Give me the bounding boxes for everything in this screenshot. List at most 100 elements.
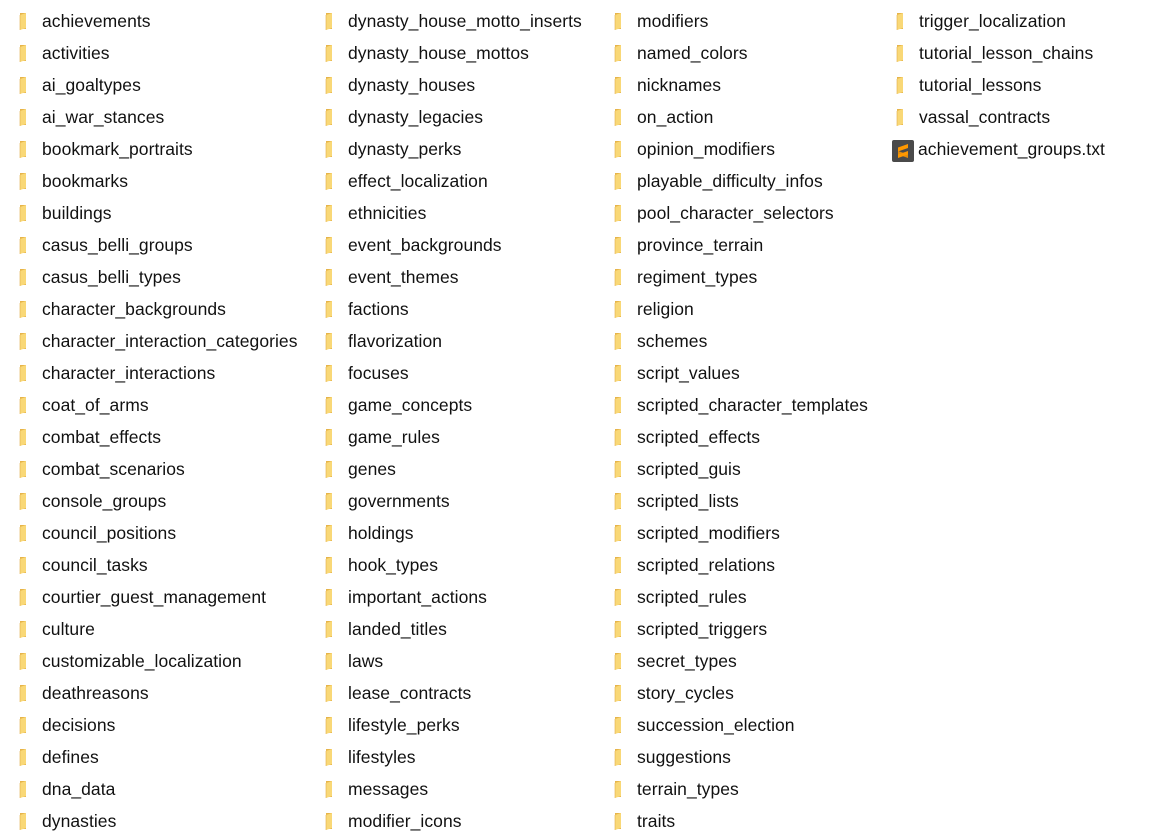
folder-icon (16, 427, 36, 447)
folder-item[interactable]: dynasty_perks (322, 133, 582, 165)
folder-item[interactable]: scripted_guis (611, 453, 868, 485)
folder-icon (611, 587, 631, 607)
folder-item[interactable]: scripted_relations (611, 549, 868, 581)
folder-item[interactable]: game_concepts (322, 389, 582, 421)
folder-item[interactable]: culture (16, 613, 298, 645)
folder-item[interactable]: decisions (16, 709, 298, 741)
folder-item[interactable]: dna_data (16, 773, 298, 805)
folder-item[interactable]: terrain_types (611, 773, 868, 805)
folder-item[interactable]: dynasty_houses (322, 69, 582, 101)
folder-item[interactable]: character_backgrounds (16, 293, 298, 325)
folder-item[interactable]: nicknames (611, 69, 868, 101)
folder-item[interactable]: landed_titles (322, 613, 582, 645)
item-name: holdings (348, 523, 414, 543)
folder-item[interactable]: tutorial_lesson_chains (893, 37, 1105, 69)
item-name: secret_types (637, 651, 737, 671)
folder-item[interactable]: hook_types (322, 549, 582, 581)
folder-item[interactable]: event_backgrounds (322, 229, 582, 261)
folder-item[interactable]: ethnicities (322, 197, 582, 229)
folder-item[interactable]: scripted_lists (611, 485, 868, 517)
folder-icon (16, 363, 36, 383)
folder-item[interactable]: activities (16, 37, 298, 69)
folder-item[interactable]: genes (322, 453, 582, 485)
item-name: buildings (42, 203, 112, 223)
folder-item[interactable]: coat_of_arms (16, 389, 298, 421)
folder-item[interactable]: tutorial_lessons (893, 69, 1105, 101)
folder-item[interactable]: laws (322, 645, 582, 677)
folder-item[interactable]: lease_contracts (322, 677, 582, 709)
folder-item[interactable]: scripted_modifiers (611, 517, 868, 549)
folder-item[interactable]: religion (611, 293, 868, 325)
folder-item[interactable]: character_interactions (16, 357, 298, 389)
folder-item[interactable]: named_colors (611, 37, 868, 69)
folder-item[interactable]: achievements (16, 5, 298, 37)
folder-item[interactable]: suggestions (611, 741, 868, 773)
folder-item[interactable]: combat_scenarios (16, 453, 298, 485)
folder-item[interactable]: succession_election (611, 709, 868, 741)
folder-item[interactable]: lifestyle_perks (322, 709, 582, 741)
item-name: achievements (42, 11, 151, 31)
folder-item[interactable]: opinion_modifiers (611, 133, 868, 165)
folder-item[interactable]: deathreasons (16, 677, 298, 709)
folder-item[interactable]: vassal_contracts (893, 101, 1105, 133)
folder-item[interactable]: important_actions (322, 581, 582, 613)
folder-item[interactable]: focuses (322, 357, 582, 389)
folder-item[interactable]: lifestyles (322, 741, 582, 773)
folder-item[interactable]: effect_localization (322, 165, 582, 197)
folder-item[interactable]: dynasty_house_mottos (322, 37, 582, 69)
folder-item[interactable]: scripted_rules (611, 581, 868, 613)
item-name: casus_belli_groups (42, 235, 193, 255)
folder-item[interactable]: scripted_effects (611, 421, 868, 453)
folder-item[interactable]: courtier_guest_management (16, 581, 298, 613)
file-item[interactable]: achievement_groups.txt (892, 133, 1105, 165)
folder-item[interactable]: messages (322, 773, 582, 805)
folder-item[interactable]: on_action (611, 101, 868, 133)
folder-icon (611, 715, 631, 735)
folder-item[interactable]: factions (322, 293, 582, 325)
folder-item[interactable]: holdings (322, 517, 582, 549)
folder-item[interactable]: modifier_icons (322, 805, 582, 837)
item-name: combat_scenarios (42, 459, 185, 479)
folder-item[interactable]: regiment_types (611, 261, 868, 293)
folder-item[interactable]: script_values (611, 357, 868, 389)
folder-item[interactable]: bookmarks (16, 165, 298, 197)
item-name: activities (42, 43, 110, 63)
folder-item[interactable]: casus_belli_types (16, 261, 298, 293)
item-name: traits (637, 811, 676, 831)
folder-item[interactable]: traits (611, 805, 868, 837)
folder-item[interactable]: game_rules (322, 421, 582, 453)
folder-item[interactable]: character_interaction_categories (16, 325, 298, 357)
folder-item[interactable]: trigger_localization (893, 5, 1105, 37)
folder-item[interactable]: dynasty_legacies (322, 101, 582, 133)
folder-item[interactable]: governments (322, 485, 582, 517)
item-name: culture (42, 619, 95, 639)
folder-icon (611, 779, 631, 799)
folder-item[interactable]: defines (16, 741, 298, 773)
folder-item[interactable]: pool_character_selectors (611, 197, 868, 229)
folder-item[interactable]: customizable_localization (16, 645, 298, 677)
folder-item[interactable]: secret_types (611, 645, 868, 677)
folder-item[interactable]: ai_war_stances (16, 101, 298, 133)
folder-item[interactable]: story_cycles (611, 677, 868, 709)
folder-item[interactable]: council_positions (16, 517, 298, 549)
folder-icon (16, 651, 36, 671)
folder-item[interactable]: modifiers (611, 5, 868, 37)
folder-item[interactable]: province_terrain (611, 229, 868, 261)
folder-item[interactable]: bookmark_portraits (16, 133, 298, 165)
folder-item[interactable]: console_groups (16, 485, 298, 517)
folder-item[interactable]: dynasty_house_motto_inserts (322, 5, 582, 37)
folder-item[interactable]: buildings (16, 197, 298, 229)
folder-item[interactable]: event_themes (322, 261, 582, 293)
folder-item[interactable]: playable_difficulty_infos (611, 165, 868, 197)
folder-item[interactable]: ai_goaltypes (16, 69, 298, 101)
folder-item[interactable]: combat_effects (16, 421, 298, 453)
folder-item[interactable]: scripted_triggers (611, 613, 868, 645)
folder-item[interactable]: schemes (611, 325, 868, 357)
folder-item[interactable]: council_tasks (16, 549, 298, 581)
folder-item[interactable]: dynasties (16, 805, 298, 837)
folder-item[interactable]: casus_belli_groups (16, 229, 298, 261)
folder-item[interactable]: flavorization (322, 325, 582, 357)
folder-icon (322, 555, 342, 575)
folder-item[interactable]: scripted_character_templates (611, 389, 868, 421)
folder-icon (611, 107, 631, 127)
